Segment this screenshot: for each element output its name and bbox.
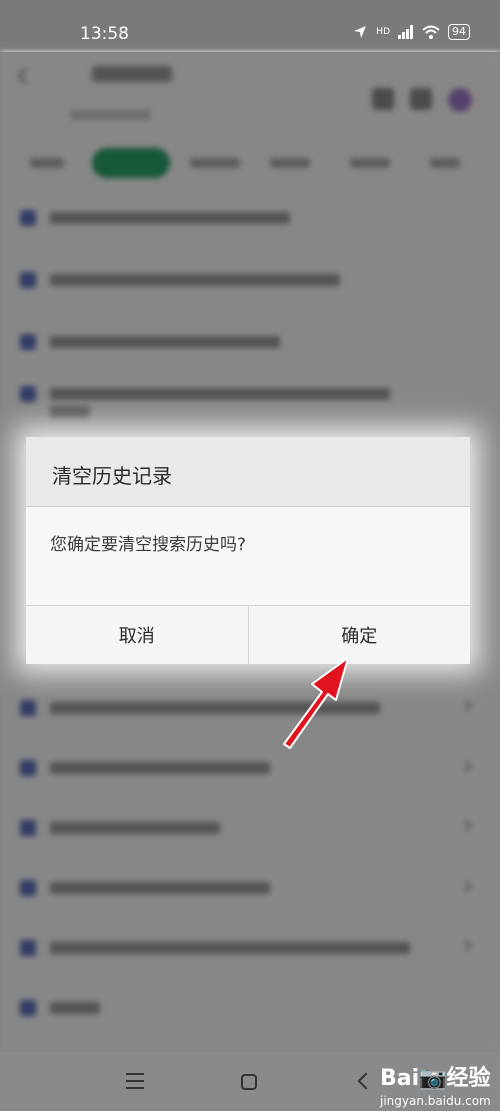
status-icons: HD 94 [352, 24, 470, 40]
status-bar: 13:58 HD 94 [0, 0, 500, 52]
dialog-message: 您确定要清空搜索历史吗? [50, 535, 247, 555]
dialog-button-row: 取消 确定 [26, 605, 470, 664]
signal-icon [398, 25, 413, 39]
cancel-button[interactable]: 取消 [26, 606, 248, 664]
location-icon [354, 26, 367, 38]
status-time: 13:58 [80, 24, 129, 44]
battery-indicator: 94 [448, 24, 470, 40]
clear-history-dialog: 清空历史记录 您确定要清空搜索历史吗? 取消 确定 [26, 437, 470, 664]
menu-icon[interactable] [126, 1073, 144, 1089]
home-icon[interactable] [241, 1074, 257, 1090]
wifi-icon [422, 25, 440, 39]
back-icon[interactable] [357, 1072, 375, 1090]
watermark-logo: Bai📷经验 [380, 1066, 491, 1091]
network-label: HD [376, 27, 390, 37]
watermark: Bai📷经验 jingyan.baidu.com [380, 1060, 491, 1108]
dialog-header: 清空历史记录 [26, 437, 470, 507]
watermark-url: jingyan.baidu.com [380, 1094, 491, 1108]
annotation-arrow-icon [283, 657, 349, 749]
dialog-title: 清空历史记录 [52, 464, 172, 488]
